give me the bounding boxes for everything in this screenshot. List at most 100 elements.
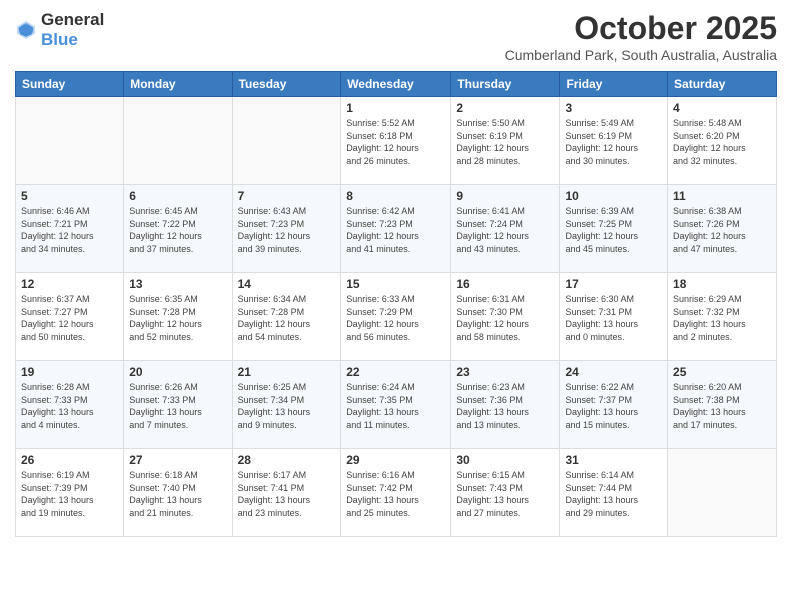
calendar-cell-w1-d3 [232,97,341,185]
calendar-cell-w2-d7: 11 Sunrise: 6:38 AM Sunset: 7:26 PM Dayli… [668,185,777,273]
calendar-cell-w3-d6: 17 Sunrise: 6:30 AM Sunset: 7:31 PM Dayli… [560,273,668,361]
day-number: 27 [129,453,226,467]
day-info: Sunrise: 6:15 AM Sunset: 7:43 PM Dayligh… [456,469,554,519]
logo: General Blue [15,10,104,50]
day-number: 4 [673,101,771,115]
day-info: Sunrise: 6:41 AM Sunset: 7:24 PM Dayligh… [456,205,554,255]
day-info: Sunrise: 5:49 AM Sunset: 6:19 PM Dayligh… [565,117,662,167]
calendar-cell-w3-d4: 15Sunrise: 6:33 AM Sunset: 7:29 PM Dayli… [341,273,451,361]
logo-icon [15,19,37,41]
main-title: October 2025 [505,10,777,47]
day-number: 13 [129,277,226,291]
day-number: 18 [673,277,771,291]
day-info: Sunrise: 6:26 AM Sunset: 7:33 PM Dayligh… [129,381,226,431]
header-sunday: Sunday [16,72,124,97]
day-info: Sunrise: 6:20 AM Sunset: 7:38 PM Dayligh… [673,381,771,431]
calendar-cell-w2-d4: 8 Sunrise: 6:42 AM Sunset: 7:23 PM Daylig… [341,185,451,273]
calendar-cell-w5-d7 [668,449,777,537]
day-info: Sunrise: 6:42 AM Sunset: 7:23 PM Dayligh… [346,205,445,255]
day-info: Sunrise: 6:14 AM Sunset: 7:44 PM Dayligh… [565,469,662,519]
calendar-week-1: 1Sunrise: 5:52 AM Sunset: 6:18 PM Daylig… [16,97,777,185]
day-info: Sunrise: 6:38 AM Sunset: 7:26 PM Dayligh… [673,205,771,255]
day-info: Sunrise: 6:30 AM Sunset: 7:31 PM Dayligh… [565,293,662,343]
day-info: Sunrise: 6:24 AM Sunset: 7:35 PM Dayligh… [346,381,445,431]
day-info: Sunrise: 6:35 AM Sunset: 7:28 PM Dayligh… [129,293,226,343]
day-number: 28 [238,453,336,467]
day-number: 7 [238,189,336,203]
calendar-week-5: 26Sunrise: 6:19 AM Sunset: 7:39 PM Dayli… [16,449,777,537]
calendar-cell-w3-d3: 14 Sunrise: 6:34 AM Sunset: 7:28 PM Dayli… [232,273,341,361]
day-number: 20 [129,365,226,379]
day-info: Sunrise: 6:22 AM Sunset: 7:37 PM Dayligh… [565,381,662,431]
day-info: Sunrise: 5:48 AM Sunset: 6:20 PM Dayligh… [673,117,771,167]
calendar-cell-w4-d4: 22 Sunrise: 6:24 AM Sunset: 7:35 PM Dayli… [341,361,451,449]
calendar-cell-w4-d3: 21Sunrise: 6:25 AM Sunset: 7:34 PM Dayli… [232,361,341,449]
day-info: Sunrise: 6:34 AM Sunset: 7:28 PM Dayligh… [238,293,336,343]
header: General Blue October 2025 Cumberland Par… [15,10,777,63]
day-number: 9 [456,189,554,203]
calendar-cell-w2-d3: 7 Sunrise: 6:43 AM Sunset: 7:23 PM Daylig… [232,185,341,273]
day-info: Sunrise: 6:28 AM Sunset: 7:33 PM Dayligh… [21,381,118,431]
header-monday: Monday [124,72,232,97]
day-number: 8 [346,189,445,203]
calendar-cell-w2-d1: 5 Sunrise: 6:46 AM Sunset: 7:21 PM Daylig… [16,185,124,273]
calendar-cell-w2-d5: 9 Sunrise: 6:41 AM Sunset: 7:24 PM Daylig… [451,185,560,273]
day-info: Sunrise: 5:50 AM Sunset: 6:19 PM Dayligh… [456,117,554,167]
day-info: Sunrise: 6:23 AM Sunset: 7:36 PM Dayligh… [456,381,554,431]
day-number: 14 [238,277,336,291]
day-number: 24 [565,365,662,379]
day-number: 16 [456,277,554,291]
subtitle: Cumberland Park, South Australia, Austra… [505,47,777,63]
day-info: Sunrise: 5:52 AM Sunset: 6:18 PM Dayligh… [346,117,445,167]
day-number: 17 [565,277,662,291]
day-info: Sunrise: 6:46 AM Sunset: 7:21 PM Dayligh… [21,205,118,255]
calendar-cell-w5-d2: 27 Sunrise: 6:18 AM Sunset: 7:40 PM Dayli… [124,449,232,537]
day-number: 23 [456,365,554,379]
day-info: Sunrise: 6:45 AM Sunset: 7:22 PM Dayligh… [129,205,226,255]
day-number: 10 [565,189,662,203]
day-info: Sunrise: 6:33 AM Sunset: 7:29 PM Dayligh… [346,293,445,343]
header-tuesday: Tuesday [232,72,341,97]
calendar-cell-w1-d2 [124,97,232,185]
calendar-cell-w1-d4: 1Sunrise: 5:52 AM Sunset: 6:18 PM Daylig… [341,97,451,185]
day-info: Sunrise: 6:39 AM Sunset: 7:25 PM Dayligh… [565,205,662,255]
calendar-cell-w3-d1: 12 Sunrise: 6:37 AM Sunset: 7:27 PM Dayli… [16,273,124,361]
day-info: Sunrise: 6:29 AM Sunset: 7:32 PM Dayligh… [673,293,771,343]
calendar-body: 1Sunrise: 5:52 AM Sunset: 6:18 PM Daylig… [16,97,777,537]
calendar-table: Sunday Monday Tuesday Wednesday Thursday… [15,71,777,537]
day-number: 22 [346,365,445,379]
day-info: Sunrise: 6:16 AM Sunset: 7:42 PM Dayligh… [346,469,445,519]
calendar-cell-w1-d5: 2 Sunrise: 5:50 AM Sunset: 6:19 PM Daylig… [451,97,560,185]
day-info: Sunrise: 6:25 AM Sunset: 7:34 PM Dayligh… [238,381,336,431]
calendar-cell-w4-d6: 24 Sunrise: 6:22 AM Sunset: 7:37 PM Dayli… [560,361,668,449]
day-number: 2 [456,101,554,115]
calendar-cell-w3-d2: 13 Sunrise: 6:35 AM Sunset: 7:28 PM Dayli… [124,273,232,361]
logo-text: General Blue [41,10,104,50]
calendar-cell-w5-d1: 26Sunrise: 6:19 AM Sunset: 7:39 PM Dayli… [16,449,124,537]
day-number: 19 [21,365,118,379]
day-number: 5 [21,189,118,203]
calendar-week-3: 12 Sunrise: 6:37 AM Sunset: 7:27 PM Dayli… [16,273,777,361]
day-info: Sunrise: 6:17 AM Sunset: 7:41 PM Dayligh… [238,469,336,519]
calendar-cell-w5-d5: 30Sunrise: 6:15 AM Sunset: 7:43 PM Dayli… [451,449,560,537]
day-info: Sunrise: 6:37 AM Sunset: 7:27 PM Dayligh… [21,293,118,343]
calendar-cell-w4-d2: 20 Sunrise: 6:26 AM Sunset: 7:33 PM Dayli… [124,361,232,449]
calendar-week-4: 19 Sunrise: 6:28 AM Sunset: 7:33 PM Dayli… [16,361,777,449]
calendar-cell-w1-d1 [16,97,124,185]
calendar-cell-w2-d2: 6Sunrise: 6:45 AM Sunset: 7:22 PM Daylig… [124,185,232,273]
logo-general: General [41,10,104,29]
day-number: 11 [673,189,771,203]
calendar-cell-w1-d7: 4 Sunrise: 5:48 AM Sunset: 6:20 PM Daylig… [668,97,777,185]
calendar-cell-w3-d5: 16Sunrise: 6:31 AM Sunset: 7:30 PM Dayli… [451,273,560,361]
day-number: 12 [21,277,118,291]
day-info: Sunrise: 6:43 AM Sunset: 7:23 PM Dayligh… [238,205,336,255]
header-saturday: Saturday [668,72,777,97]
logo-blue: Blue [41,30,78,49]
day-number: 29 [346,453,445,467]
day-info: Sunrise: 6:18 AM Sunset: 7:40 PM Dayligh… [129,469,226,519]
calendar-cell-w4-d1: 19 Sunrise: 6:28 AM Sunset: 7:33 PM Dayli… [16,361,124,449]
page: General Blue October 2025 Cumberland Par… [0,0,792,612]
calendar-cell-w5-d3: 28 Sunrise: 6:17 AM Sunset: 7:41 PM Dayli… [232,449,341,537]
calendar-cell-w1-d6: 3Sunrise: 5:49 AM Sunset: 6:19 PM Daylig… [560,97,668,185]
day-number: 26 [21,453,118,467]
